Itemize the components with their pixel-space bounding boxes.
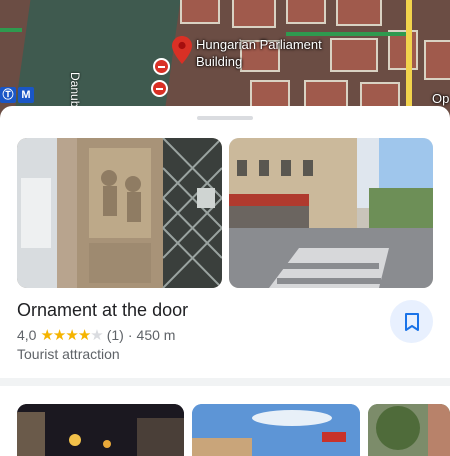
map-road	[0, 28, 22, 32]
rating-value: 4,0	[17, 327, 37, 343]
door-relief-photo	[17, 138, 222, 288]
rating-row[interactable]: 4,0 ★★★★★ (1) · 450 m	[17, 326, 175, 344]
map-building	[424, 40, 450, 80]
nearby-place-photo[interactable]	[192, 404, 360, 456]
sky-building-photo	[192, 404, 360, 456]
save-button[interactable]	[390, 300, 433, 343]
map-building	[250, 80, 290, 108]
map-view[interactable]: Hungarian Parliament Building Danube Ⓣ M…	[0, 0, 450, 120]
map-building	[304, 80, 348, 108]
map-building	[388, 30, 418, 70]
star-icon: ★	[65, 327, 78, 344]
separator-dot: ·	[127, 327, 133, 343]
nearby-place-photo[interactable]	[368, 404, 450, 456]
place-sheet: Ornament at the door 4,0 ★★★★★ (1) · 450…	[0, 106, 450, 456]
bus-badge: Ⓣ	[0, 87, 16, 103]
star-icon: ★	[77, 327, 91, 344]
night-building-photo	[17, 404, 184, 456]
metro-badge: M	[18, 87, 34, 103]
map-building	[336, 0, 382, 26]
star-empty-icon: ★	[90, 327, 103, 344]
place-category: Tourist attraction	[17, 346, 120, 362]
place-title: Ornament at the door	[17, 300, 189, 320]
nearby-place-photo[interactable]	[17, 404, 184, 456]
distance: 450 m	[136, 327, 176, 343]
map-building	[286, 0, 326, 24]
metro-icon[interactable]: Ⓣ M	[0, 87, 34, 103]
bus-stop-icon[interactable]	[151, 80, 168, 97]
bus-stop-icon[interactable]	[153, 58, 170, 75]
landmark-name: Hungarian Parliament Building	[196, 37, 322, 69]
landmark-label[interactable]: Hungarian Parliament Building	[196, 36, 322, 70]
map-corner-label: Op	[432, 91, 450, 106]
map-building	[232, 0, 276, 28]
star-icon: ★	[40, 327, 53, 344]
star-icon: ★	[52, 327, 66, 344]
map-building	[180, 0, 220, 24]
place-photo[interactable]	[17, 138, 222, 288]
place-pin-icon[interactable]	[172, 36, 192, 64]
map-building	[360, 82, 400, 108]
map-building	[330, 38, 378, 72]
place-photo[interactable]	[229, 138, 433, 288]
tree-building-photo	[368, 404, 450, 456]
section-divider	[0, 378, 450, 386]
star-rating: ★★★★★	[40, 326, 103, 344]
street-photo	[229, 138, 433, 288]
review-count: (1)	[106, 327, 124, 343]
bookmark-icon	[404, 312, 419, 331]
map-road	[406, 0, 412, 120]
drag-handle[interactable]	[197, 116, 253, 120]
